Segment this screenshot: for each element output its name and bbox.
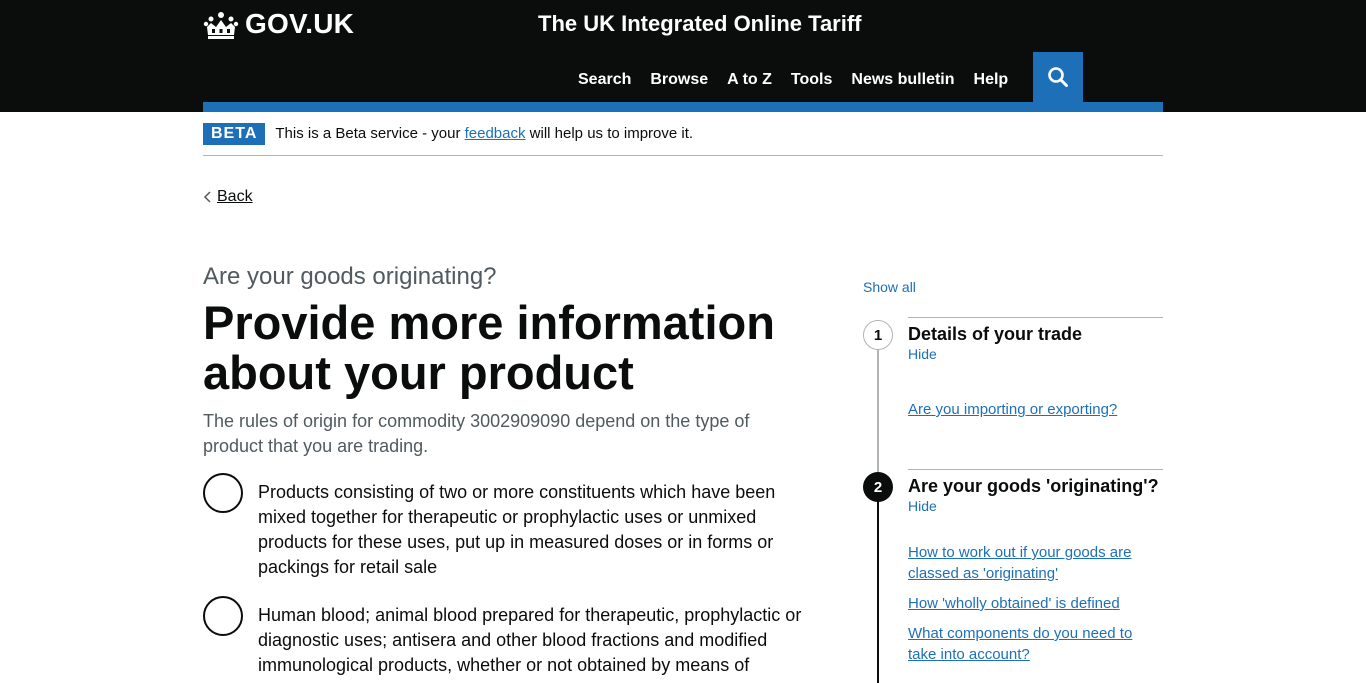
chevron-left-icon	[203, 191, 211, 203]
step-link-work-out-originating[interactable]: How to work out if your goods are classe…	[908, 542, 1163, 584]
service-name-link[interactable]: The UK Integrated Online Tariff	[538, 11, 862, 37]
logo-text: GOV.UK	[245, 8, 355, 39]
step-link-importing-exporting[interactable]: Are you importing or exporting?	[908, 399, 1163, 420]
back-link[interactable]: Back	[203, 188, 253, 206]
search-button[interactable]	[1033, 52, 1083, 102]
crown-icon	[203, 12, 239, 39]
radio-option-human-blood[interactable]: Human blood; animal blood prepared for t…	[203, 596, 813, 678]
beta-text-after: will help us to improve it.	[525, 125, 694, 142]
govuk-logo-link[interactable]: GOV.UK	[203, 8, 354, 40]
step-link-components[interactable]: What components do you need to take into…	[908, 623, 1163, 665]
radio-button[interactable]	[203, 473, 243, 513]
nav-news-bulletin[interactable]: News bulletin	[851, 71, 954, 89]
nav-browse[interactable]: Browse	[650, 71, 708, 89]
beta-tag: BETA	[203, 122, 266, 145]
nav-tools[interactable]: Tools	[791, 71, 832, 89]
search-icon	[1048, 67, 1068, 87]
header-nav: Search Browse A to Z Tools News bulletin…	[578, 71, 1027, 89]
step-link-wholly-obtained[interactable]: How 'wholly obtained' is defined	[908, 593, 1163, 614]
step-number-2: 2	[863, 472, 893, 502]
feedback-link[interactable]: feedback	[465, 125, 526, 142]
beta-text-before: This is a Beta service - your	[275, 125, 465, 142]
beta-text: This is a Beta service - your feedback w…	[275, 125, 693, 142]
step-originating: Are your goods 'originating'? Hide How t…	[908, 469, 1163, 665]
radio-option-mixed-products[interactable]: Products consisting of two or more const…	[203, 473, 813, 580]
step-hide-toggle[interactable]: Hide	[908, 498, 1163, 514]
back-label: Back	[217, 188, 253, 205]
nav-search[interactable]: Search	[578, 71, 631, 89]
step-hide-toggle[interactable]: Hide	[908, 346, 1163, 362]
header-accent-bar	[203, 102, 1163, 112]
radio-label[interactable]: Human blood; animal blood prepared for t…	[258, 596, 813, 678]
nav-a-to-z[interactable]: A to Z	[727, 71, 772, 89]
site-header: GOV.UK The UK Integrated Online Tariff S…	[0, 0, 1366, 112]
show-all-link[interactable]: Show all	[863, 279, 916, 295]
radio-button[interactable]	[203, 596, 243, 636]
step-number-1: 1	[863, 320, 893, 350]
step-title[interactable]: Details of your trade	[908, 323, 1163, 345]
step-details-of-trade: Details of your trade Hide Are you impor…	[908, 317, 1163, 420]
radio-label[interactable]: Products consisting of two or more const…	[258, 473, 813, 580]
step-title[interactable]: Are your goods 'originating'?	[908, 475, 1163, 497]
page-caption: Are your goods originating?	[203, 263, 497, 290]
page-title: Provide more information about your prod…	[203, 296, 775, 399]
page-lead: The rules of origin for commodity 300290…	[203, 411, 750, 456]
phase-banner: BETA This is a Beta service - your feedb…	[203, 112, 1163, 156]
step-connector-line	[877, 349, 879, 473]
step-connector-line	[877, 500, 879, 683]
nav-help[interactable]: Help	[974, 71, 1009, 89]
